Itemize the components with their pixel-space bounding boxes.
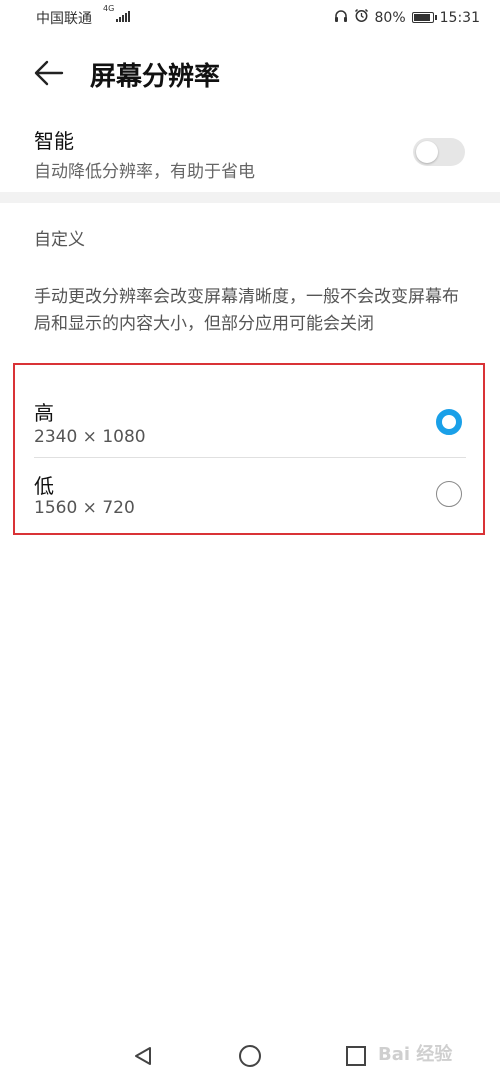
nav-home-button[interactable] bbox=[239, 1045, 261, 1067]
option-low-label: 低 bbox=[34, 474, 54, 498]
option-high[interactable]: 高 2340 × 1080 bbox=[34, 380, 466, 456]
option-high-resolution: 2340 × 1080 bbox=[34, 427, 146, 447]
option-high-radio[interactable] bbox=[436, 409, 462, 435]
clock: 15:31 bbox=[439, 9, 480, 26]
smart-toggle[interactable] bbox=[413, 138, 465, 166]
smart-label: 智能 bbox=[34, 129, 74, 153]
option-low[interactable]: 低 1560 × 720 bbox=[34, 458, 466, 530]
battery-icon bbox=[411, 12, 437, 23]
arrow-left-icon bbox=[34, 60, 64, 86]
nav-recent-button[interactable] bbox=[346, 1046, 366, 1066]
custom-description: 手动更改分辨率会改变屏幕清晰度，一般不会改变屏幕布局和显示的内容大小，但部分应用… bbox=[34, 287, 459, 334]
signal-icon bbox=[116, 10, 130, 22]
custom-section-label: 自定义 bbox=[34, 230, 85, 250]
headset-icon bbox=[334, 9, 348, 27]
battery-percent: 80% bbox=[374, 9, 406, 26]
option-high-label: 高 bbox=[34, 401, 54, 425]
carrier-name: 中国联通 bbox=[36, 11, 92, 27]
option-low-resolution: 1560 × 720 bbox=[34, 498, 135, 518]
option-low-radio[interactable] bbox=[436, 481, 462, 507]
smart-description: 自动降低分辨率，有助于省电 bbox=[34, 162, 255, 182]
back-button[interactable] bbox=[32, 58, 66, 88]
watermark: Bai 经验 bbox=[378, 1044, 453, 1065]
nav-back-button[interactable] bbox=[132, 1045, 154, 1071]
triangle-back-icon bbox=[135, 1047, 151, 1065]
status-right: 80% 15:31 bbox=[334, 8, 480, 27]
alarm-icon bbox=[354, 8, 369, 27]
page-title: 屏幕分辨率 bbox=[90, 62, 221, 92]
status-bar: 中国联通 4G 80% 15:31 bbox=[0, 0, 500, 36]
network-type: 4G bbox=[103, 4, 115, 13]
section-divider bbox=[0, 192, 500, 203]
toggle-knob bbox=[416, 141, 438, 163]
